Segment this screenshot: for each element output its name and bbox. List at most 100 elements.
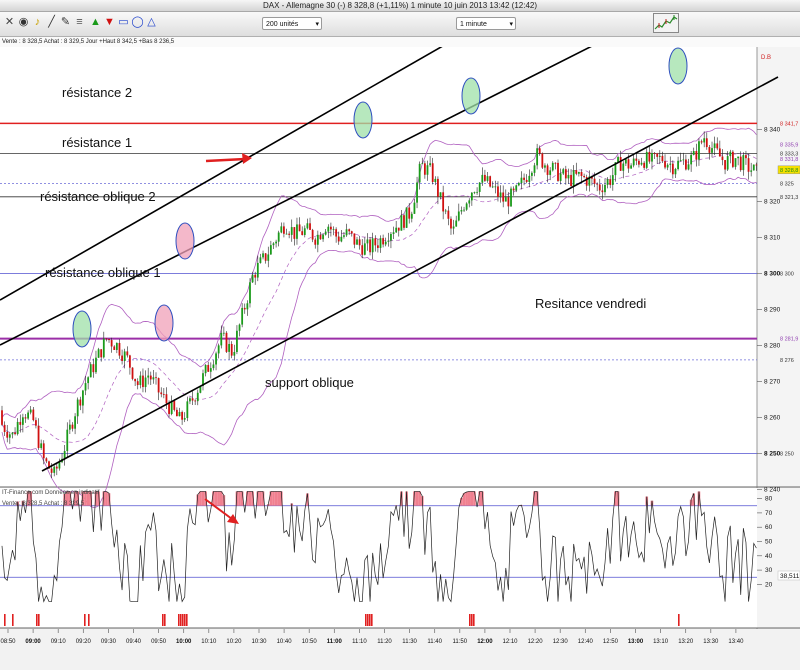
candle-body xyxy=(269,245,272,255)
candle-body xyxy=(288,233,291,235)
highlight-ellipse xyxy=(461,77,481,115)
triangle-icon[interactable]: △ xyxy=(145,16,158,29)
candle-body xyxy=(277,232,280,242)
candle-body xyxy=(369,239,371,253)
candle-body xyxy=(504,197,507,202)
bell-icon[interactable]: ♪ xyxy=(31,16,44,29)
candle-body xyxy=(337,236,340,242)
candle-body xyxy=(570,174,572,187)
chevron-down-icon: ▾ xyxy=(315,21,319,28)
oscillator-info: Vente : 8 328,5 Achat : 8 329,5 xyxy=(2,501,85,507)
candle-body xyxy=(520,177,523,183)
candle-body xyxy=(220,332,223,346)
time-label: 10:40 xyxy=(277,639,293,645)
candle-body xyxy=(718,148,721,157)
candle-body xyxy=(517,182,520,186)
candle-body xyxy=(283,226,285,234)
candle-body xyxy=(233,351,236,356)
x-tool-icon[interactable]: ✕ xyxy=(3,16,16,29)
candle-body xyxy=(470,192,473,201)
units-select[interactable]: 200 unités ▾ xyxy=(262,17,322,30)
candle-body xyxy=(6,431,9,438)
time-label: 12:30 xyxy=(553,639,569,645)
candle-body xyxy=(230,343,233,356)
label-support-oblique: support oblique xyxy=(265,375,354,390)
candle-body xyxy=(58,462,61,469)
rectangle-icon[interactable]: ▭ xyxy=(117,16,130,29)
candle-body xyxy=(692,151,695,155)
candle-body xyxy=(293,227,296,239)
ellipse-icon[interactable]: ◯ xyxy=(131,16,144,29)
candle-body xyxy=(191,398,194,401)
candle-body xyxy=(152,377,155,380)
candle-body xyxy=(426,165,429,175)
signal-bar xyxy=(186,614,188,626)
candle-body xyxy=(222,332,225,334)
candle-body xyxy=(183,417,186,420)
candle-body xyxy=(559,173,562,181)
fibonacci-icon[interactable]: ≡ xyxy=(73,16,86,29)
candle-body xyxy=(661,155,664,162)
candle-body xyxy=(544,165,546,168)
candle-body xyxy=(390,233,392,241)
candle-body xyxy=(700,141,703,143)
candle-body xyxy=(695,151,698,160)
osc-tick-label: 30 xyxy=(765,567,773,574)
candle-body xyxy=(118,342,121,356)
candle-body xyxy=(507,197,510,207)
candle-body xyxy=(108,339,110,341)
candle-body xyxy=(366,239,369,244)
overbought-fill xyxy=(105,491,108,506)
candle-body xyxy=(721,156,724,161)
interval-select[interactable]: 1 minute ▾ xyxy=(456,17,516,30)
highlight-ellipse xyxy=(353,101,373,139)
pencil-icon[interactable]: ✎ xyxy=(59,16,72,29)
candle-body xyxy=(243,307,246,310)
candle-body xyxy=(397,227,400,231)
signal-bar xyxy=(162,614,164,626)
chart-area[interactable]: 80 70 60 50 40 30 20 08:50 09:00 09:10 09:20 09:30… xyxy=(0,47,800,670)
signal-bar xyxy=(182,614,184,626)
candle-body xyxy=(173,400,176,410)
candle-body xyxy=(327,226,330,232)
candle-body xyxy=(750,170,753,172)
candle-body xyxy=(606,179,609,185)
candle-body xyxy=(136,381,139,386)
label-oblique-resistance-1: résistance oblique 1 xyxy=(45,265,161,280)
arrow-up-icon[interactable]: ▲ xyxy=(89,16,102,29)
candle-body xyxy=(729,151,732,157)
arrow-down-icon[interactable]: ▼ xyxy=(103,16,116,29)
candle-body xyxy=(147,375,150,378)
candle-body xyxy=(348,229,351,232)
candle-body xyxy=(189,398,191,402)
time-label: 13:20 xyxy=(678,639,694,645)
line-tool-icon[interactable]: ╱ xyxy=(45,16,58,29)
overbought-fill xyxy=(199,491,202,506)
time-label: 10:30 xyxy=(251,639,267,645)
candle-body xyxy=(168,403,170,414)
candle-body xyxy=(400,215,403,231)
candle-body xyxy=(713,143,716,149)
candle-body xyxy=(165,394,168,404)
candle-body xyxy=(212,364,215,369)
candle-body xyxy=(489,176,492,187)
candle-body xyxy=(580,171,583,176)
eye-icon[interactable]: ◉ xyxy=(17,16,30,29)
candle-body xyxy=(497,186,499,197)
time-label: 11:40 xyxy=(427,639,442,645)
candle-body xyxy=(726,156,729,170)
candle-body xyxy=(405,207,408,228)
overbought-fill xyxy=(274,491,278,506)
candle-body xyxy=(50,468,53,473)
candle-body xyxy=(674,169,677,175)
price-tick-label: 8 310 xyxy=(764,235,781,242)
chart-thumbnail-icon[interactable] xyxy=(653,13,679,33)
candle-body xyxy=(442,192,445,212)
candle-body xyxy=(376,245,379,248)
candle-body xyxy=(246,303,249,310)
label-oblique-resistance-2: résistance oblique 2 xyxy=(40,189,156,204)
time-label: 10:10 xyxy=(201,639,217,645)
candle-body xyxy=(643,162,646,168)
candle-body xyxy=(515,185,518,191)
signal-bar xyxy=(12,614,14,626)
